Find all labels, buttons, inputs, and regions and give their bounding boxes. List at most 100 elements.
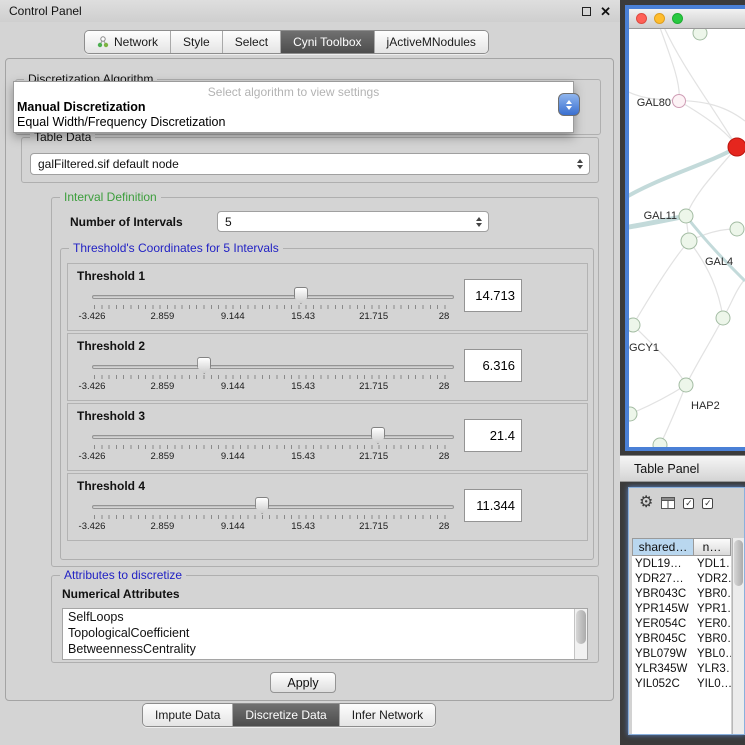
tab-select[interactable]: Select xyxy=(222,31,280,53)
network-node[interactable] xyxy=(679,209,693,223)
combo-stepper-icon xyxy=(476,217,488,227)
network-node[interactable] xyxy=(681,233,697,249)
cell: YIL0… xyxy=(694,678,731,690)
network-node[interactable] xyxy=(673,95,686,108)
gear-icon[interactable]: ⚙ xyxy=(639,495,653,511)
network-node[interactable] xyxy=(679,378,693,392)
window-title: Control Panel xyxy=(9,4,82,18)
column-header-shared-name[interactable]: shared… xyxy=(632,538,694,556)
scrollbar-thumb[interactable] xyxy=(734,540,743,586)
attributes-group-title: Attributes to discretize xyxy=(60,568,186,582)
table-row[interactable]: YBR043C YBR0… xyxy=(632,586,731,601)
network-node-selected[interactable] xyxy=(728,138,745,156)
slider-track[interactable] xyxy=(92,295,454,299)
deselect-all-checkbox-icon[interactable]: ✓ xyxy=(702,498,713,509)
network-node[interactable] xyxy=(629,407,637,421)
network-edge xyxy=(663,29,737,147)
cell: YDR2… xyxy=(694,573,731,585)
network-node[interactable] xyxy=(629,318,640,332)
threshold-2-panel: Threshold 2 -3.426 2.859 9.144 15.43 21.… xyxy=(67,333,588,401)
tab-style[interactable]: Style xyxy=(170,31,222,53)
tab-infer-network[interactable]: Infer Network xyxy=(339,704,435,726)
network-edge xyxy=(633,325,686,385)
table-row[interactable]: YBL079W YBL0… xyxy=(632,646,731,661)
table-row[interactable]: YBR045C YBR0… xyxy=(632,631,731,646)
close-icon[interactable]: ✕ xyxy=(600,7,611,16)
threshold-1-value-input[interactable]: 14.713 xyxy=(464,279,522,312)
network-node[interactable] xyxy=(693,29,707,40)
tab-jactivemnodules-label: jActiveMNodules xyxy=(387,35,476,49)
columns-icon[interactable] xyxy=(661,497,675,509)
dropdown-option-manual-discretization[interactable]: Manual Discretization xyxy=(14,100,573,115)
zoom-button[interactable] xyxy=(672,13,683,24)
slider-track[interactable] xyxy=(92,365,454,369)
network-node[interactable] xyxy=(716,311,730,325)
threshold-2-value-input[interactable]: 6.316 xyxy=(464,349,522,382)
threshold-2-slider[interactable]: -3.426 2.859 9.144 15.43 21.715 28 xyxy=(92,356,454,400)
combo-stepper-icon xyxy=(577,159,589,169)
table-row[interactable]: YDR27… YDR2… xyxy=(632,571,731,586)
tick-label: 28 xyxy=(439,311,450,322)
tab-discretize-data[interactable]: Discretize Data xyxy=(232,704,338,726)
column-header-name[interactable]: n… xyxy=(694,538,731,556)
slider-thumb[interactable] xyxy=(371,427,385,444)
control-panel-titlebar: Control Panel ✕ xyxy=(0,0,620,22)
dropdown-option-equal-width-frequency[interactable]: Equal Width/Frequency Discretization xyxy=(14,115,573,130)
table-data-combo-value: galFiltered.sif default node xyxy=(38,157,179,171)
table-row[interactable]: YLR345W YLR3… xyxy=(632,661,731,676)
slider-track[interactable] xyxy=(92,505,454,509)
tab-network[interactable]: Network xyxy=(85,31,170,53)
tick-label: 2.859 xyxy=(151,381,175,392)
scrollbar-thumb[interactable] xyxy=(576,610,586,644)
thresholds-group-title: Threshold's Coordinates for 5 Intervals xyxy=(69,241,283,255)
tick-label: -3.426 xyxy=(79,521,106,532)
float-window-icon[interactable] xyxy=(582,7,591,16)
list-item[interactable]: BetweennessCentrality xyxy=(63,641,587,657)
close-button[interactable] xyxy=(636,13,647,24)
cell: YBL079W xyxy=(632,648,694,660)
threshold-1-slider[interactable]: -3.426 2.859 9.144 15.43 21.715 28 xyxy=(92,286,454,330)
node-label: GAL4 xyxy=(705,256,733,268)
network-node[interactable] xyxy=(653,438,667,451)
network-node[interactable] xyxy=(730,222,744,236)
threshold-4-slider[interactable]: -3.426 2.859 9.144 15.43 21.715 28 xyxy=(92,496,454,540)
tab-select-label: Select xyxy=(235,35,268,49)
threshold-3-panel: Threshold 3 -3.426 2.859 9.144 15.43 21.… xyxy=(67,403,588,471)
number-of-intervals-combo[interactable]: 5 xyxy=(217,211,489,232)
select-all-checkbox-icon[interactable]: ✓ xyxy=(683,498,694,509)
tick-label: 15.43 xyxy=(291,311,315,322)
network-edge xyxy=(660,385,686,445)
table-row[interactable]: YDL19… YDL1… xyxy=(632,556,731,571)
slider-thumb[interactable] xyxy=(255,497,269,514)
apply-button[interactable]: Apply xyxy=(270,672,336,693)
table-panel-title: Table Panel xyxy=(634,462,699,476)
slider-track[interactable] xyxy=(92,435,454,439)
table-row[interactable]: YER054C YER0… xyxy=(632,616,731,631)
list-scrollbar[interactable] xyxy=(574,609,587,659)
table-row[interactable]: YPR145W YPR1… xyxy=(632,601,731,616)
slider-thumb[interactable] xyxy=(197,357,211,374)
tab-impute-data[interactable]: Impute Data xyxy=(143,704,232,726)
threshold-3-slider[interactable]: -3.426 2.859 9.144 15.43 21.715 28 xyxy=(92,426,454,470)
tick-label: -3.426 xyxy=(79,311,106,322)
threshold-4-value-input[interactable]: 11.344 xyxy=(464,489,522,522)
slider-thumb[interactable] xyxy=(294,287,308,304)
node-label: HAP2 xyxy=(691,400,720,412)
tick-label: -3.426 xyxy=(79,451,106,462)
cell: YDL19… xyxy=(632,558,694,570)
tick-label: 15.43 xyxy=(291,521,315,532)
list-item[interactable]: SelfLoops xyxy=(63,609,587,625)
tab-cyni-toolbox[interactable]: Cyni Toolbox xyxy=(280,31,373,53)
minimize-button[interactable] xyxy=(654,13,665,24)
table-row[interactable]: YIL052C YIL0… xyxy=(632,676,731,691)
network-edge xyxy=(679,101,737,147)
threshold-3-value-input[interactable]: 21.4 xyxy=(464,419,522,452)
tab-jactivemnodules[interactable]: jActiveMNodules xyxy=(374,31,488,53)
network-canvas[interactable]: GAL80 GAL11 GAL4 GCY1 HAP2 xyxy=(629,29,745,451)
tab-network-label: Network xyxy=(114,35,158,49)
table-data-combo[interactable]: galFiltered.sif default node xyxy=(30,153,590,175)
list-item[interactable]: TopologicalCoefficient xyxy=(63,625,587,641)
table-scrollbar[interactable] xyxy=(732,538,744,734)
tab-impute-data-label: Impute Data xyxy=(155,708,220,722)
algorithm-combo-stepper[interactable] xyxy=(558,93,580,116)
